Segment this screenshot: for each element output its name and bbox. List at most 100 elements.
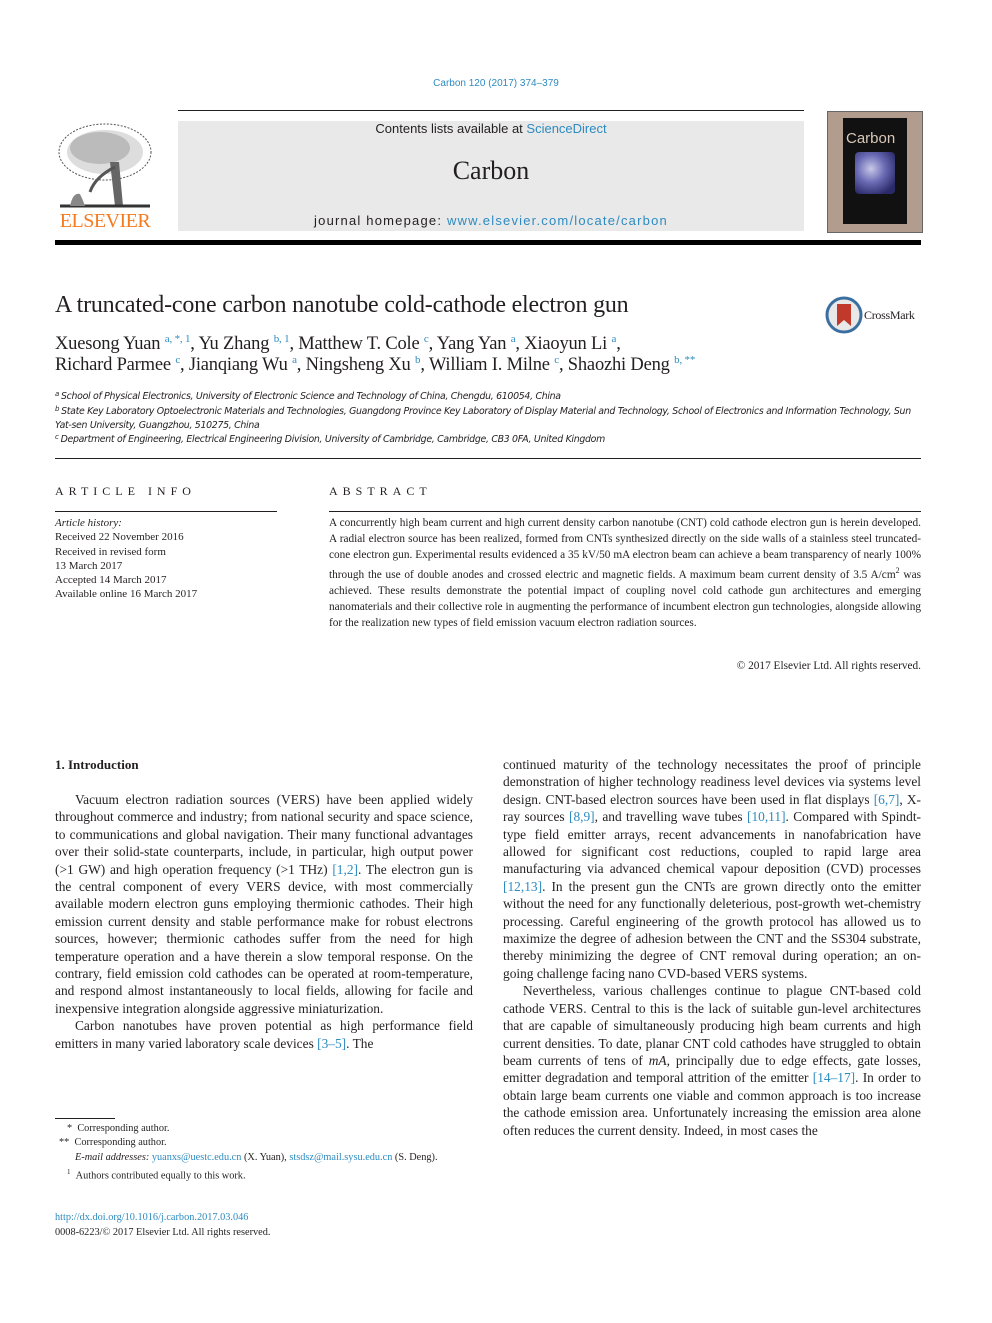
affiliation-key: b [55, 405, 60, 413]
abstract-body: A concurrently high beam current and hig… [329, 516, 921, 631]
citation-link[interactable]: [8,9] [569, 809, 595, 824]
text: . The electron gun is the central compon… [55, 861, 474, 1016]
cover-image [855, 152, 895, 194]
footnote-rule [55, 1118, 115, 1119]
author-affil-sup[interactable]: b, ** [674, 354, 695, 366]
body-column-right: continued maturity of the technology nec… [503, 756, 921, 1139]
citation-link[interactable]: [3–5] [317, 1036, 346, 1051]
footnote-text: Corresponding author. [77, 1123, 170, 1134]
author-name[interactable]: Matthew T. Cole [298, 334, 419, 354]
footnote-corresponding-2: ** Corresponding author. [55, 1136, 473, 1150]
cover-title: Carbon [846, 130, 896, 147]
author-name[interactable]: Ningsheng Xu [306, 355, 411, 375]
abstract-divider [329, 511, 921, 512]
footnotes: * Corresponding author. ** Corresponding… [55, 1122, 473, 1184]
author-line-1: Xuesong Yuan a, *, 1, Yu Zhang b, 1, Mat… [55, 333, 621, 354]
journal-name: Carbon [452, 156, 530, 185]
email-owner: (X. Yuan), [241, 1151, 290, 1163]
history-item: 13 March 2017 [55, 559, 123, 572]
citation-link[interactable]: [6,7] [874, 792, 900, 807]
author-name[interactable]: Richard Parmee [55, 355, 171, 375]
journal-cover-thumbnail[interactable]: Carbon [827, 111, 923, 233]
abstract-text-part: A concurrently high beam current and hig… [329, 517, 921, 582]
author-name[interactable]: Xiaoyun Li [524, 334, 607, 354]
footnote-corresponding-1: * Corresponding author. [55, 1122, 473, 1136]
footnote-equal-contribution: 1 Authors contributed equally to this wo… [55, 1165, 473, 1184]
sciencedirect-link[interactable]: ScienceDirect [526, 121, 606, 136]
paragraph: Nevertheless, various challenges continu… [503, 982, 921, 1139]
email-label: E-mail addresses: [75, 1151, 150, 1163]
journal-reference-link[interactable]: Carbon 120 (2017) 374–379 [0, 78, 992, 89]
citation-link[interactable]: [14–17] [813, 1070, 855, 1085]
history-label: Article history: [55, 517, 122, 529]
affiliation-b: b State Key Laboratory Optoelectronic Mat… [55, 402, 925, 433]
author-affil-sup[interactable]: b [415, 354, 421, 366]
author-name[interactable]: Yu Zhang [198, 334, 269, 354]
author-name[interactable]: Xuesong Yuan [55, 334, 161, 354]
author-affil-sup[interactable]: a [612, 333, 617, 345]
affiliation-text: Department of Engineering, Electrical En… [60, 434, 606, 445]
section-heading-introduction: 1. Introduction [55, 757, 139, 772]
author-affil-sup[interactable]: a [511, 333, 516, 345]
affiliation-key: a [55, 390, 59, 398]
article-history: Article history: Received 22 November 20… [55, 516, 197, 602]
abstract-heading: ABSTRACT [329, 484, 432, 498]
footnote-text: Corresponding author. [74, 1137, 167, 1149]
author-name[interactable]: Shaozhi Deng [568, 355, 670, 375]
email-link-yuan[interactable]: yuanxs@uestc.edu.cn [152, 1152, 242, 1163]
issn-copyright: 0008-6223/© 2017 Elsevier Ltd. All right… [55, 1226, 271, 1238]
author-name[interactable]: William I. Milne [429, 355, 550, 375]
italic-unit: mA [648, 1052, 667, 1068]
author-affil-sup[interactable]: a, *, 1 [165, 333, 191, 345]
elsevier-wordmark: ELSEVIER [59, 210, 151, 232]
doi-link[interactable]: http://dx.doi.org/10.1016/j.carbon.2017.… [55, 1212, 248, 1223]
homepage-link[interactable]: www.elsevier.com/locate/carbon [447, 213, 668, 228]
citation-link[interactable]: [10,11] [747, 809, 786, 824]
article-title: A truncated-cone carbon nanotube cold-ca… [55, 292, 629, 318]
footnote-mark: ** [59, 1137, 70, 1149]
author-affil-sup[interactable]: a [292, 354, 297, 366]
article-info-divider [55, 511, 277, 512]
affiliation-text: State Key Laboratory Optoelectronic Mate… [55, 406, 911, 431]
footnote-mark: 1 [67, 1167, 71, 1176]
text: Carbon nanotubes have proven potential a… [55, 1018, 473, 1051]
footnote-text: Authors contributed equally to this work… [75, 1170, 246, 1182]
paragraph: Carbon nanotubes have proven potential a… [55, 1017, 473, 1052]
email-owner: (S. Deng). [392, 1151, 438, 1163]
history-item: Available online 16 March 2017 [55, 588, 198, 601]
footnote-emails: E-mail addresses: yuanxs@uestc.edu.cn (X… [55, 1151, 473, 1165]
header-thick-rule [55, 240, 921, 245]
author-name[interactable]: Jianqiang Wu [189, 355, 288, 375]
body-column-left: Vacuum electron radiation sources (VERS)… [55, 791, 473, 1052]
text: . In the present gun the CNTs are grown … [503, 878, 921, 981]
paragraph: continued maturity of the technology nec… [503, 756, 921, 982]
affiliation-c: c Department of Engineering, Electrical E… [55, 430, 925, 447]
history-item: Received in revised form [55, 545, 166, 558]
homepage-prefix: journal homepage: [314, 213, 447, 228]
paragraph: Vacuum electron radiation sources (VERS)… [55, 791, 473, 1017]
doi-block: http://dx.doi.org/10.1016/j.carbon.2017.… [55, 1211, 270, 1240]
citation-link[interactable]: [1,2] [332, 862, 358, 877]
contents-line: Contents lists available at ScienceDirec… [178, 121, 804, 136]
email-link-deng[interactable]: stsdsz@mail.sysu.edu.cn [289, 1152, 392, 1163]
affiliation-key: c [55, 433, 59, 441]
text: , and travelling wave tubes [594, 809, 747, 825]
crossmark-icon [825, 296, 863, 334]
text: . The [346, 1035, 374, 1051]
top-rule [178, 110, 804, 111]
text: continued maturity of the technology nec… [503, 757, 921, 807]
citation-link[interactable]: [12,13] [503, 879, 542, 894]
history-item: Accepted 14 March 2017 [55, 574, 167, 587]
affiliation-text: School of Physical Electronics, Universi… [61, 391, 561, 402]
homepage-line: journal homepage: www.elsevier.com/locat… [178, 213, 804, 228]
abstract-copyright: © 2017 Elsevier Ltd. All rights reserved… [736, 660, 921, 672]
tree-icon [58, 123, 152, 208]
article-info-heading: ARTICLE INFO [55, 484, 196, 498]
footnote-mark: * [67, 1123, 73, 1134]
author-affil-sup[interactable]: c [175, 354, 180, 366]
author-affil-sup[interactable]: b, 1 [274, 333, 290, 345]
author-affil-sup[interactable]: c [554, 354, 559, 366]
author-name[interactable]: Yang Yan [437, 334, 507, 354]
author-affil-sup[interactable]: c [424, 333, 429, 345]
crossmark-label: CrossMark [864, 308, 915, 322]
